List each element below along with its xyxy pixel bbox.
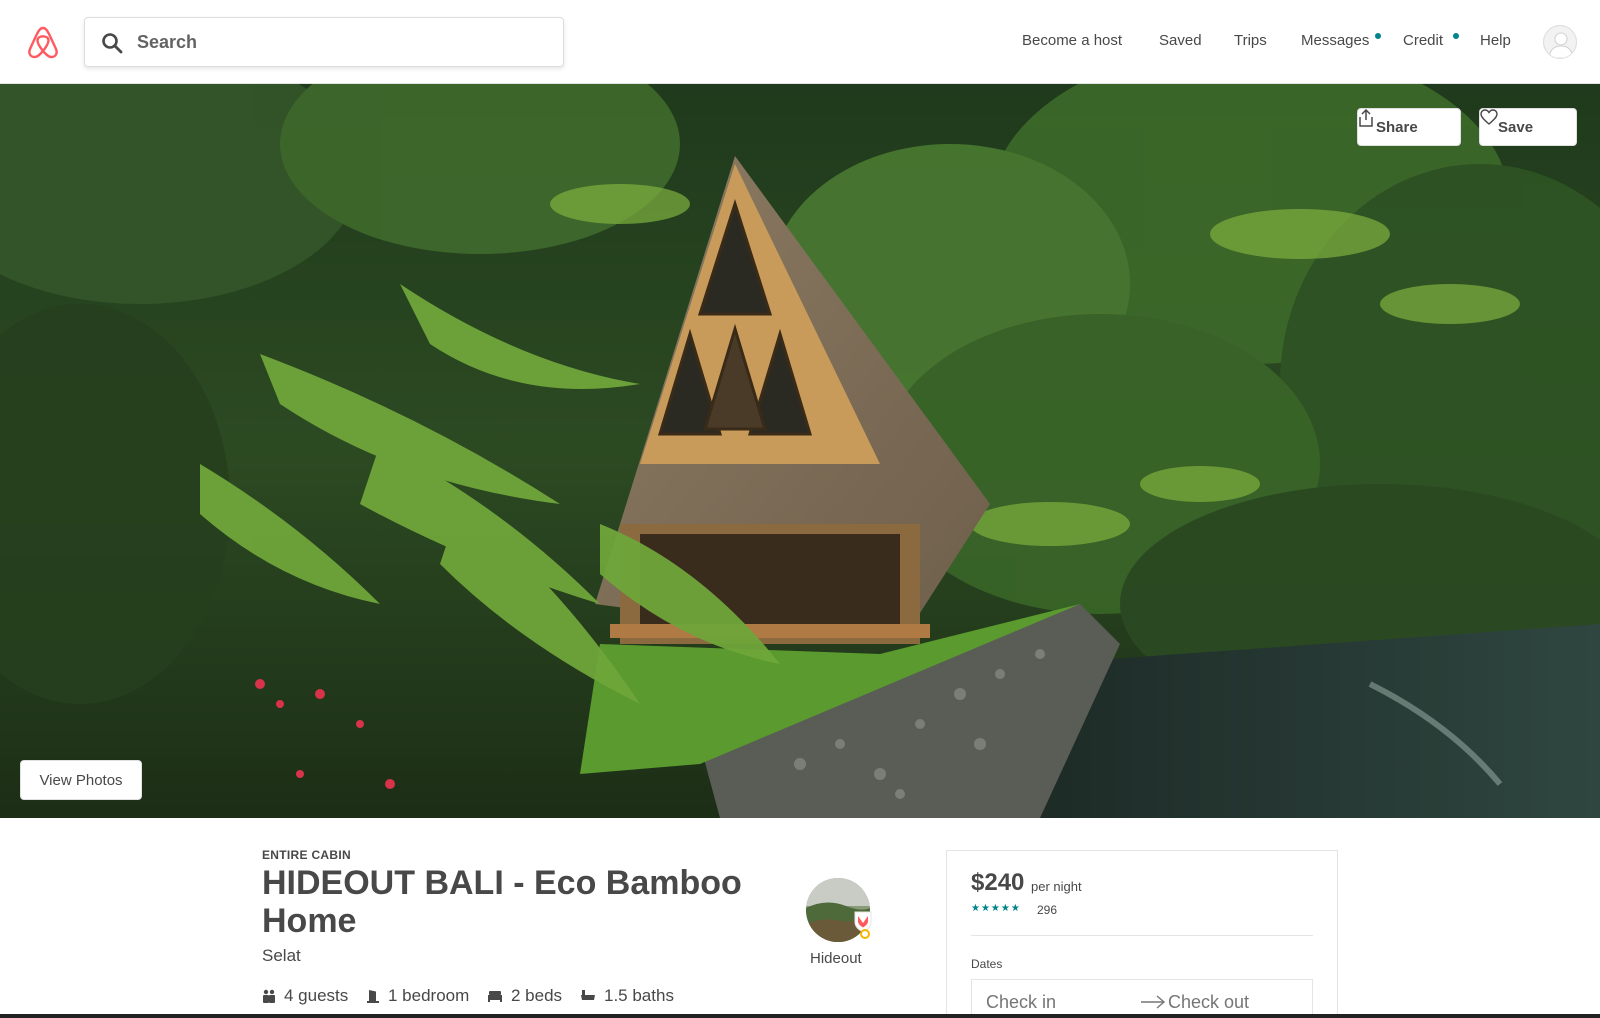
save-button[interactable]: Save — [1479, 108, 1577, 146]
bathtub-icon — [581, 990, 595, 1000]
jungle-cabin-image — [0, 84, 1600, 818]
booking-panel: $240 per night ★★★★★ 296 Dates Check in … — [946, 850, 1338, 1018]
listing-hero-photo[interactable]: Share Save View Photos — [0, 84, 1600, 818]
credit-notification-dot — [1453, 33, 1459, 39]
date-range-picker[interactable]: Check in Check out — [971, 979, 1313, 1018]
guests-icon — [263, 989, 275, 1003]
window-bottom-edge — [0, 1014, 1600, 1018]
user-avatar[interactable] — [1543, 25, 1577, 59]
messages-notification-dot — [1375, 33, 1381, 39]
user-silhouette-icon — [1548, 32, 1574, 58]
nav-saved[interactable]: Saved — [1159, 32, 1202, 49]
nav-credit[interactable]: Credit — [1403, 32, 1443, 49]
nav-help[interactable]: Help — [1480, 32, 1511, 49]
listing-city[interactable]: Selat — [262, 946, 301, 966]
share-icon — [1359, 109, 1373, 127]
nav-messages[interactable]: Messages — [1301, 32, 1369, 49]
amenity-bedrooms: 1 bedroom — [366, 986, 469, 1006]
top-navbar: Become a host Saved Trips Messages Credi… — [0, 0, 1600, 84]
review-count[interactable]: 296 — [1037, 903, 1057, 917]
rating-stars: ★★★★★ — [971, 903, 1021, 914]
view-photos-label: View Photos — [39, 771, 123, 789]
share-label: Share — [1376, 118, 1418, 136]
airbnb-logo-icon[interactable] — [26, 24, 60, 60]
divider — [971, 935, 1313, 936]
search-bar[interactable] — [84, 17, 564, 67]
baths-label: 1.5 baths — [604, 986, 674, 1005]
nav-become-host[interactable]: Become a host — [1022, 32, 1122, 49]
view-photos-button[interactable]: View Photos — [20, 760, 142, 800]
bed-icon — [488, 991, 502, 1002]
amenity-guests: 4 guests — [262, 986, 348, 1006]
host-name[interactable]: Hideout — [810, 950, 862, 967]
arrow-right-icon — [1141, 995, 1166, 1009]
dates-label: Dates — [971, 957, 1003, 971]
superhost-medal-icon — [860, 929, 870, 939]
amenity-baths: 1.5 baths — [580, 986, 674, 1006]
amenity-beds: 2 beds — [487, 986, 562, 1006]
search-input[interactable] — [137, 26, 547, 58]
listing-title: HIDEOUT BALI - Eco Bamboo Home — [262, 864, 742, 940]
search-icon — [102, 33, 123, 54]
save-label: Save — [1498, 118, 1534, 136]
listing-type: ENTIRE CABIN — [262, 848, 351, 862]
guests-label: 4 guests — [284, 986, 349, 1005]
check-out-field[interactable]: Check out — [1168, 992, 1249, 1013]
beds-label: 2 beds — [511, 986, 563, 1005]
nav-trips[interactable]: Trips — [1234, 32, 1267, 49]
share-button[interactable]: Share — [1357, 108, 1461, 146]
per-night-label: per night — [1031, 879, 1082, 894]
door-icon — [367, 990, 379, 1003]
check-in-field[interactable]: Check in — [986, 992, 1056, 1013]
nightly-price: $240 — [971, 869, 1025, 896]
heart-icon — [1480, 109, 1498, 125]
bedrooms-label: 1 bedroom — [388, 986, 470, 1005]
